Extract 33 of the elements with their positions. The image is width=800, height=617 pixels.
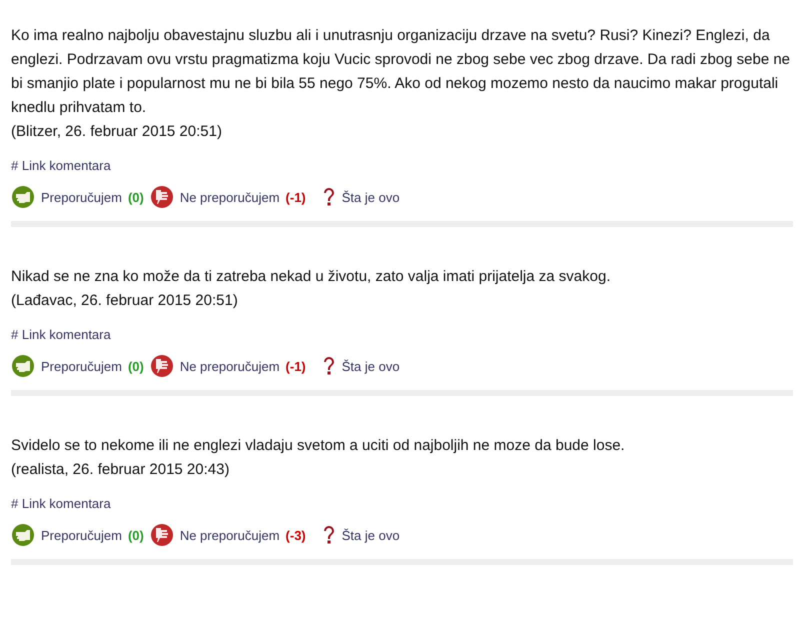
thumbs-up-icon — [11, 354, 35, 378]
help-link[interactable]: Šta je ovo — [342, 528, 400, 542]
recommend-count: (0) — [128, 358, 144, 374]
comment-link[interactable]: # Link komentara — [11, 327, 111, 342]
not-recommend-link[interactable]: Ne preporučujem — [180, 358, 280, 374]
not-recommend-link[interactable]: Ne preporučujem — [180, 190, 280, 204]
comment-link[interactable]: # Link komentara — [11, 158, 111, 173]
not-recommend-count: (-1) — [286, 190, 306, 204]
thumbs-down-icon — [150, 185, 174, 209]
recommend-link[interactable]: Preporučujem — [41, 190, 122, 204]
thumbs-up-icon — [11, 523, 35, 547]
thumbs-up-icon — [11, 185, 35, 209]
question-icon — [322, 187, 336, 207]
not-recommend-link[interactable]: Ne preporučujem — [180, 528, 280, 542]
comment-byline: (Blitzer, 26. februar 2015 20:51) — [11, 122, 223, 142]
recommend-count: (0) — [128, 190, 144, 204]
help-link[interactable]: Šta je ovo — [342, 358, 400, 374]
comment-byline: (Lađavac, 26. februar 2015 20:51) — [11, 291, 239, 311]
comment-link[interactable]: # Link komentara — [11, 496, 111, 511]
thumbs-down-icon — [150, 354, 174, 378]
help-link[interactable]: Šta je ovo — [342, 190, 400, 204]
comment-text: Ko ima realno najbolju obavestajnu sluzbu ali i unutrasnju organizaciju drzave na svetu? Rusi? Kinezi? Englezi, da englezi. Podrzavam ovu vrstu pragmatizma koju Vucic sprovodi ne zbog sebe vec zbog drzave. Da radi zbog sebe ne bi smanjio plate i popularnost mu ne bi bila 55 nego 75%. Ako od nekog mozemo nesto da naucimo makar progutali knedlu prihvatam to. — [11, 26, 791, 118]
question-icon — [322, 525, 336, 545]
question-icon — [322, 356, 336, 376]
recommend-link[interactable]: Preporučujem — [41, 358, 122, 374]
comment-text: Nikad se ne zna ko može da ti zatreba nekad u životu, zato valja imati prijatelja za svakog. — [11, 267, 612, 287]
not-recommend-count: (-1) — [286, 358, 306, 374]
recommend-link[interactable]: Preporučujem — [41, 528, 122, 542]
recommend-count: (0) — [128, 528, 144, 542]
comment-byline: (realista, 26. februar 2015 20:43) — [11, 460, 230, 480]
not-recommend-count: (-3) — [286, 528, 306, 542]
comment-text: Svidelo se to nekome ili ne englezi vladaju svetom a uciti od najboljih ne moze da bude lose. — [11, 436, 626, 456]
thumbs-down-icon — [150, 523, 174, 547]
